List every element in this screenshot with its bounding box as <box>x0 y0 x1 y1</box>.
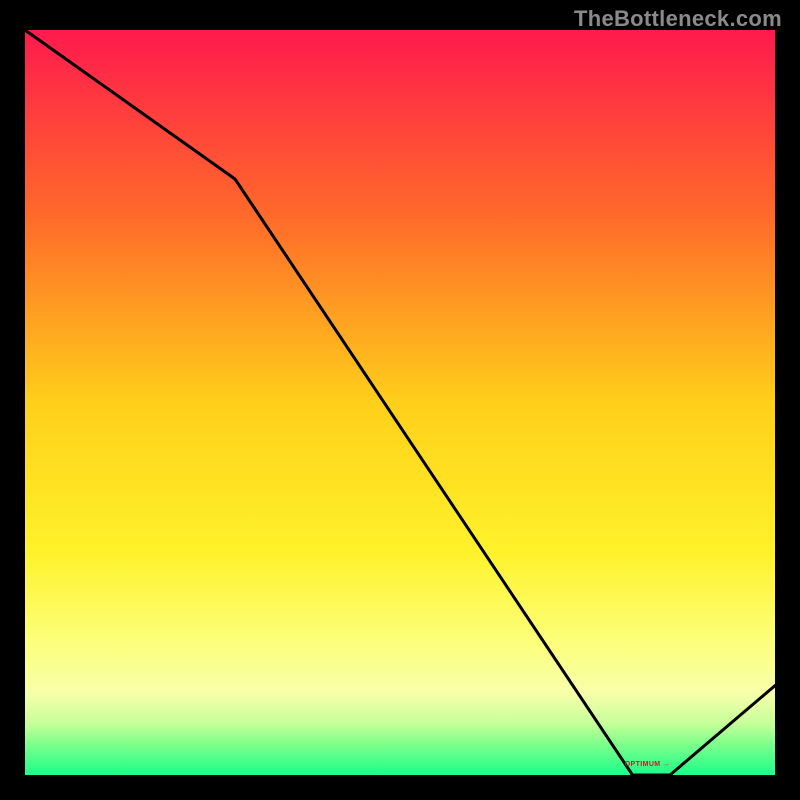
plot-area: OPTIMUM → <box>25 30 775 775</box>
gradient-background <box>25 30 775 775</box>
chart-container: TheBottleneck.com OPTIMUM → <box>0 0 800 800</box>
attribution-text: TheBottleneck.com <box>574 6 782 32</box>
